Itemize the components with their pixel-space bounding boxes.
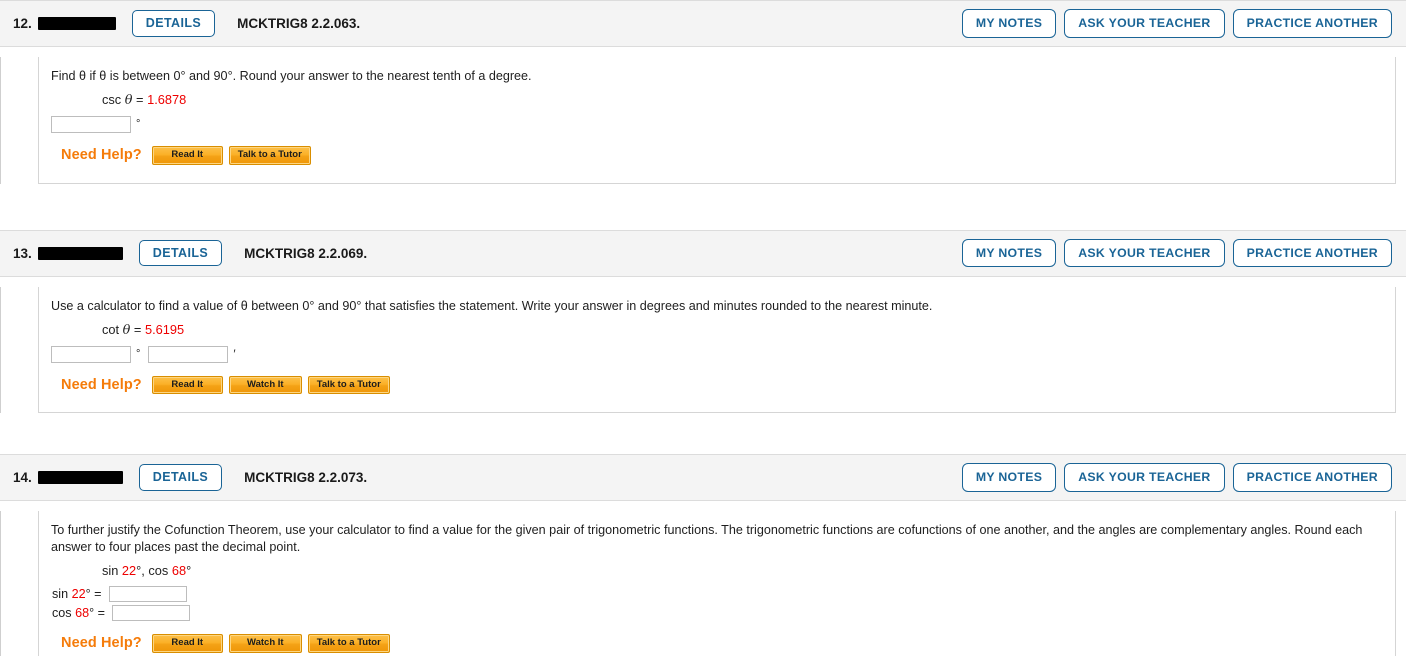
problem-14-practice-another-button[interactable]: PRACTICE ANOTHER bbox=[1232, 463, 1392, 492]
problem-13-talk-to-a-tutor-button[interactable]: Talk to a Tutor bbox=[307, 375, 390, 394]
problem-12-header: 12. DETAILS MCKTRIG8 2.2.063. MY NOTES A… bbox=[0, 0, 1406, 47]
problem-13: 13. DETAILS MCKTRIG8 2.2.069. MY NOTES A… bbox=[0, 229, 1406, 413]
sin-unit-equals: ° = bbox=[85, 587, 102, 601]
problem-12-actions: MY NOTES ASK YOUR TEACHER PRACTICE ANOTH… bbox=[961, 9, 1392, 38]
problem-12-degrees-input[interactable] bbox=[51, 116, 131, 133]
problem-12-equation: csc θ = 1.6878 bbox=[102, 91, 1383, 110]
problem-13-details-button[interactable]: DETAILS bbox=[138, 239, 223, 267]
problem-13-code: MCKTRIG8 2.2.069. bbox=[244, 245, 368, 261]
problem-12-body: Find θ if θ is between 0° and 90°. Round… bbox=[38, 57, 1396, 184]
problem-14-body-wrap: To further justify the Cofunction Theore… bbox=[0, 511, 1406, 656]
degree-unit-label: ° bbox=[136, 347, 141, 360]
given-pair-second-angle: 68 bbox=[171, 563, 187, 578]
problem-13-actions: MY NOTES ASK YOUR TEACHER PRACTICE ANOTH… bbox=[961, 238, 1392, 268]
problem-12-need-help-label: Need Help? bbox=[61, 147, 142, 164]
problem-13-minutes-input[interactable] bbox=[148, 345, 229, 363]
problem-14-actions: MY NOTES ASK YOUR TEACHER PRACTICE ANOTH… bbox=[961, 463, 1392, 492]
problem-12-answer-row: ° bbox=[51, 116, 1383, 133]
problem-12-body-wrap: Find θ if θ is between 0° and 90°. Round… bbox=[0, 57, 1406, 184]
problem-14-need-help: Need Help? Read It Watch It Talk to a Tu… bbox=[61, 634, 1383, 653]
problem-13-degrees-input[interactable] bbox=[51, 345, 131, 363]
problem-14: 14. DETAILS MCKTRIG8 2.2.073. MY NOTES A… bbox=[0, 454, 1406, 656]
problem-14-details-button[interactable]: DETAILS bbox=[138, 464, 223, 491]
problem-14-read-it-button[interactable]: Read It bbox=[151, 634, 223, 653]
problem-13-watch-it-button[interactable]: Watch It bbox=[228, 375, 302, 394]
problem-14-given-pair: sin 22°, cos 68° bbox=[102, 562, 1383, 580]
problem-13-equation: cot θ = 5.6195 bbox=[102, 321, 1383, 340]
problem-14-my-notes-button[interactable]: MY NOTES bbox=[961, 463, 1057, 492]
problem-12-code: MCKTRIG8 2.2.063. bbox=[237, 16, 361, 31]
problem-12-ask-your-teacher-button[interactable]: ASK YOUR TEACHER bbox=[1064, 9, 1225, 38]
problem-14-need-help-label: Need Help? bbox=[61, 635, 142, 652]
given-pair-second-function: cos bbox=[148, 563, 172, 578]
problem-13-need-help: Need Help? Read It Watch It Talk to a Tu… bbox=[61, 375, 1383, 394]
problem-13-need-help-label: Need Help? bbox=[61, 376, 142, 393]
spacer-12-13 bbox=[0, 183, 1406, 230]
problem-13-body-wrap: Use a calculator to find a value of θ be… bbox=[0, 286, 1406, 413]
problem-14-redacted-score bbox=[37, 471, 123, 484]
problem-13-practice-another-button[interactable]: PRACTICE ANOTHER bbox=[1232, 238, 1392, 268]
problem-12-practice-another-button[interactable]: PRACTICE ANOTHER bbox=[1232, 9, 1392, 38]
problem-14-cos-input[interactable] bbox=[112, 605, 191, 621]
problem-13-header: 13. DETAILS MCKTRIG8 2.2.069. MY NOTES A… bbox=[0, 229, 1406, 277]
cos-function-text: cos bbox=[52, 606, 76, 620]
problem-13-equation-function: cot bbox=[102, 321, 123, 337]
spacer-13-14 bbox=[0, 413, 1406, 454]
problem-12-my-notes-button[interactable]: MY NOTES bbox=[961, 9, 1057, 38]
problem-14-sin-row: sin 22° = bbox=[52, 586, 1383, 602]
problem-14-watch-it-button[interactable]: Watch It bbox=[228, 634, 302, 653]
problem-13-equals: = bbox=[130, 321, 145, 337]
problem-14-number: 14. bbox=[13, 470, 32, 485]
problem-14-talk-to-a-tutor-button[interactable]: Talk to a Tutor bbox=[307, 634, 390, 653]
problem-14-body: To further justify the Cofunction Theore… bbox=[38, 511, 1396, 656]
problem-14-header: 14. DETAILS MCKTRIG8 2.2.073. MY NOTES A… bbox=[0, 454, 1406, 501]
given-pair-first-angle: 22 bbox=[121, 563, 137, 578]
problem-12-equals: = bbox=[132, 92, 148, 107]
problem-13-answer-row: ° ′ bbox=[51, 345, 1383, 363]
problem-13-ask-your-teacher-button[interactable]: ASK YOUR TEACHER bbox=[1064, 238, 1225, 268]
problem-14-cos-row: cos 68° = bbox=[52, 605, 1383, 621]
sin-angle-value: 22 bbox=[71, 587, 86, 601]
problem-14-prompt: To further justify the Cofunction Theore… bbox=[51, 523, 1363, 554]
problem-14-cos-label: cos 68° = bbox=[52, 606, 105, 620]
problem-14-sin-label: sin 22° = bbox=[52, 587, 102, 601]
problem-14-ask-your-teacher-button[interactable]: ASK YOUR TEACHER bbox=[1064, 463, 1225, 492]
problem-12-equation-value: 1.6878 bbox=[147, 92, 187, 107]
problem-12-number: 12. bbox=[13, 16, 32, 31]
minute-unit-label: ′ bbox=[233, 346, 236, 361]
sin-function-text: sin bbox=[52, 587, 72, 601]
given-pair-first-function: sin bbox=[102, 563, 122, 578]
problem-13-redacted-score bbox=[37, 246, 123, 260]
given-pair-second-unit: ° bbox=[186, 563, 192, 578]
problem-13-read-it-button[interactable]: Read It bbox=[151, 375, 223, 394]
problem-12: 12. DETAILS MCKTRIG8 2.2.063. MY NOTES A… bbox=[0, 0, 1406, 184]
problem-13-equation-value: 5.6195 bbox=[144, 321, 185, 337]
cos-angle-value: 68 bbox=[75, 606, 90, 620]
given-pair-separator: °, bbox=[136, 563, 149, 578]
problem-12-equation-function: csc bbox=[102, 92, 125, 107]
problem-13-my-notes-button[interactable]: MY NOTES bbox=[961, 238, 1057, 268]
problem-12-prompt: Find θ if θ is between 0° and 90°. Round… bbox=[51, 69, 532, 83]
degree-unit-label: ° bbox=[136, 118, 141, 130]
cos-unit-equals: ° = bbox=[89, 606, 106, 620]
problem-12-redacted-score bbox=[37, 17, 116, 30]
problem-12-talk-to-a-tutor-button[interactable]: Talk to a Tutor bbox=[228, 146, 311, 165]
problem-14-code: MCKTRIG8 2.2.073. bbox=[244, 470, 368, 485]
problem-13-number: 13. bbox=[13, 245, 32, 261]
problem-13-body: Use a calculator to find a value of θ be… bbox=[38, 286, 1396, 413]
problem-14-sin-input[interactable] bbox=[108, 586, 187, 602]
problem-12-details-button[interactable]: DETAILS bbox=[131, 10, 216, 37]
problem-12-need-help: Need Help? Read It Talk to a Tutor bbox=[61, 146, 1383, 165]
problem-12-read-it-button[interactable]: Read It bbox=[151, 146, 223, 165]
assignment-page: 12. DETAILS MCKTRIG8 2.2.063. MY NOTES A… bbox=[0, 0, 1406, 656]
problem-13-prompt: Use a calculator to find a value of θ be… bbox=[51, 298, 933, 313]
